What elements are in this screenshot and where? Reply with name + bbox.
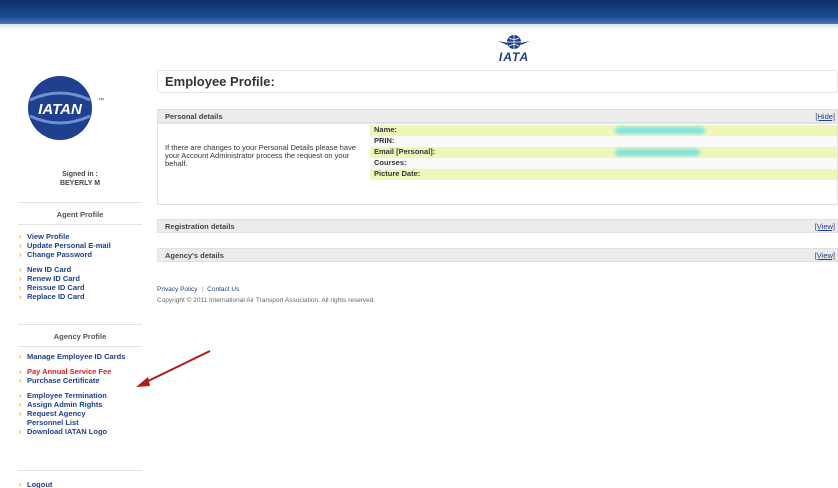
- contact-us-link[interactable]: Contact Us: [207, 286, 239, 293]
- iatan-logo-text: IATAN: [38, 101, 83, 118]
- field-courses-label: Courses:: [374, 158, 407, 167]
- menu-request-agency-personnel-list[interactable]: Request Agency Personnel List: [18, 409, 118, 427]
- divider: [18, 202, 142, 203]
- top-banner-fade: [0, 24, 838, 30]
- field-prin: PRIN:: [370, 136, 837, 147]
- logout-menu: Logout: [18, 480, 148, 488]
- svg-text:™: ™: [98, 97, 104, 104]
- menu-download-iatan-logo[interactable]: Download IATAN Logo: [18, 427, 148, 436]
- personal-details-header: Personal details [Hide]: [157, 109, 838, 123]
- personal-details-label: Personal details: [165, 112, 223, 121]
- menu-pay-annual-service-fee[interactable]: Pay Annual Service Fee: [18, 367, 148, 376]
- menu-replace-id-card[interactable]: Replace ID Card: [18, 292, 148, 301]
- personal-fields: Name: PRIN: Email [Personal]: Courses: P…: [370, 125, 837, 180]
- agent-profile-menu: View Profile Update Personal E-mail Chan…: [18, 232, 148, 301]
- registration-details-header: Registration details [View]: [157, 219, 838, 233]
- field-courses: Courses:: [370, 158, 837, 169]
- iata-logo: IATA: [484, 33, 544, 65]
- menu-logout[interactable]: Logout: [18, 480, 148, 488]
- menu-assign-admin-rights[interactable]: Assign Admin Rights: [18, 400, 148, 409]
- menu-reissue-id-card[interactable]: Reissue ID Card: [18, 283, 148, 292]
- agency-profile-menu: Manage Employee ID Cards Pay Annual Serv…: [18, 352, 148, 436]
- iata-wordmark: IATA: [498, 50, 530, 64]
- registration-details-label: Registration details: [165, 222, 235, 231]
- field-picture-date: Picture Date:: [370, 169, 837, 180]
- menu-update-personal-email[interactable]: Update Personal E-mail: [18, 241, 148, 250]
- menu-employee-termination[interactable]: Employee Termination: [18, 391, 148, 400]
- signed-in-label: Signed in :: [62, 171, 98, 178]
- page-title-bar: Employee Profile:: [157, 70, 838, 93]
- redacted-value: [615, 127, 705, 134]
- signed-in-info: Signed in : BEYERLY M: [18, 170, 142, 194]
- sidebar: IATAN ™ Signed in : BEYERLY M Agent Prof…: [18, 68, 142, 488]
- footer-links: Privacy Policy | Contact Us: [157, 286, 240, 293]
- field-picture-date-label: Picture Date:: [374, 169, 421, 178]
- personal-details-note: If there are changes to your Personal De…: [165, 143, 356, 168]
- divider: [18, 224, 142, 225]
- view-registration-details-link[interactable]: [View]: [815, 222, 835, 231]
- page-title: Employee Profile:: [165, 74, 275, 89]
- view-agency-details-link[interactable]: [View]: [815, 251, 835, 260]
- field-name-label: Name:: [374, 125, 397, 134]
- redacted-value: [615, 149, 700, 156]
- divider: [18, 324, 142, 325]
- menu-new-id-card[interactable]: New ID Card: [18, 265, 148, 274]
- agency-profile-title: Agency Profile: [53, 332, 107, 341]
- field-name: Name:: [370, 125, 837, 136]
- hide-personal-details-link[interactable]: [Hide]: [815, 112, 835, 121]
- field-email-label: Email [Personal]:: [374, 147, 436, 156]
- annotation-arrow: [136, 350, 211, 387]
- agency-details-header: Agency's details [View]: [157, 248, 838, 262]
- field-prin-label: PRIN:: [374, 136, 395, 145]
- menu-manage-employee-id-cards[interactable]: Manage Employee ID Cards: [18, 352, 128, 361]
- agent-profile-title: Agent Profile: [56, 210, 104, 219]
- copyright-text: Copyright © 2011 International Air Trans…: [157, 297, 376, 304]
- menu-change-password[interactable]: Change Password: [18, 250, 148, 259]
- field-email-personal: Email [Personal]:: [370, 147, 837, 158]
- menu-purchase-certificate[interactable]: Purchase Certificate: [18, 376, 148, 385]
- agency-details-label: Agency's details: [165, 251, 224, 260]
- privacy-policy-link[interactable]: Privacy Policy: [157, 286, 197, 293]
- top-banner: [0, 0, 838, 24]
- iatan-logo: IATAN ™: [24, 72, 112, 144]
- signed-in-name: BEYERLY M: [59, 180, 101, 187]
- menu-view-profile[interactable]: View Profile: [18, 232, 148, 241]
- divider: [18, 470, 142, 471]
- personal-details-panel: If there are changes to your Personal De…: [157, 123, 838, 205]
- divider: [18, 346, 142, 347]
- menu-renew-id-card[interactable]: Renew ID Card: [18, 274, 148, 283]
